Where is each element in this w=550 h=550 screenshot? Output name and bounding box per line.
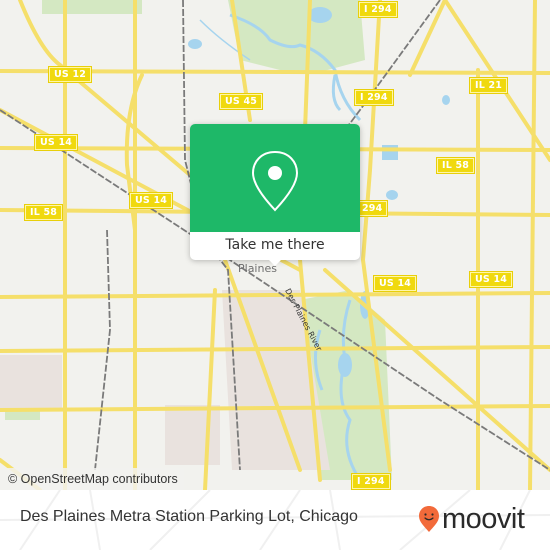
brand-name: moovit	[442, 503, 525, 535]
route-shield-il21: IL 21	[470, 78, 508, 93]
route-shield-il58-right: IL 58	[437, 158, 475, 173]
route-shield-i294-low: 294	[357, 201, 388, 216]
route-shield-us14-right1: US 14	[374, 276, 417, 291]
route-shield-il58-left: IL 58	[25, 205, 63, 220]
route-shield-us45: US 45	[220, 94, 263, 109]
route-shield-us14-left: US 14	[35, 135, 78, 150]
route-shield-i294-bottom: I 294	[352, 474, 390, 489]
route-shield-us14-center: US 14	[130, 193, 173, 208]
location-popup: Take me there	[190, 124, 360, 266]
map-pin-icon	[251, 150, 299, 212]
take-me-there-button[interactable]: Take me there	[190, 232, 360, 260]
popup-header	[190, 124, 360, 232]
route-shield-us12: US 12	[49, 67, 92, 82]
map[interactable]: US 12 US 45 I 294 I 294 294 IL 21 US 14 …	[0, 0, 550, 490]
route-shield-i294-top: I 294	[359, 2, 397, 17]
moovit-pin-icon	[419, 506, 439, 532]
route-shield-i294-mid: I 294	[355, 90, 393, 105]
popup-pointer	[267, 258, 283, 266]
location-title: Des Plaines Metra Station Parking Lot, C…	[20, 508, 358, 525]
moovit-logo[interactable]: moovit	[418, 502, 525, 536]
residential-areas	[0, 290, 330, 470]
map-attribution[interactable]: © OpenStreetMap contributors	[0, 468, 184, 490]
footer: Des Plaines Metra Station Parking Lot, C…	[0, 490, 550, 550]
route-shield-us14-right2: US 14	[470, 272, 513, 287]
